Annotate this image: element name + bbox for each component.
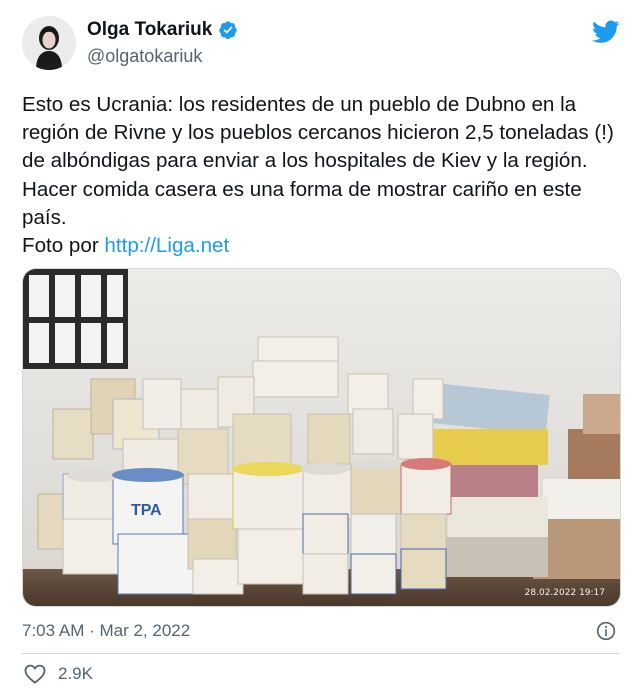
tweet-body: Esto es Ucrania: los residentes de un pu… (22, 93, 614, 229)
verified-badge-icon (219, 21, 238, 39)
liga-link[interactable]: http://Liga.net (104, 234, 229, 257)
tweet-text: Esto es Ucrania: los residentes de un pu… (22, 91, 622, 260)
user-handle[interactable]: @olgatokariuk (87, 46, 202, 67)
like-count: 2.9K (58, 664, 93, 683)
avatar[interactable] (22, 16, 76, 70)
info-icon[interactable] (596, 621, 616, 641)
like-button[interactable]: 2.9K (24, 664, 93, 684)
tweet-time[interactable]: 7:03 AM (22, 621, 84, 640)
display-name[interactable]: Olga Tokariuk (87, 19, 238, 41)
photo-timestamp: 28.02.2022 19:17 (525, 588, 605, 598)
tweet-meta: 7:03 AM · Mar 2, 2022 (22, 621, 190, 641)
photo-tub-label: ТРА (131, 502, 162, 519)
heart-icon (24, 664, 46, 684)
twitter-bird-icon[interactable] (592, 20, 620, 44)
photo-credit-label: Foto por (22, 234, 105, 258)
avatar-image (22, 16, 76, 70)
tweet-photo[interactable]: ТРА 28.02.2022 19:17 (22, 268, 621, 607)
meta-separator: · (84, 621, 100, 640)
divider (22, 653, 619, 654)
tweet-date[interactable]: Mar 2, 2022 (99, 621, 190, 640)
photo-meatball-containers: ТРА 28.02.2022 19:17 (23, 269, 620, 606)
display-name-text: Olga Tokariuk (87, 19, 213, 40)
